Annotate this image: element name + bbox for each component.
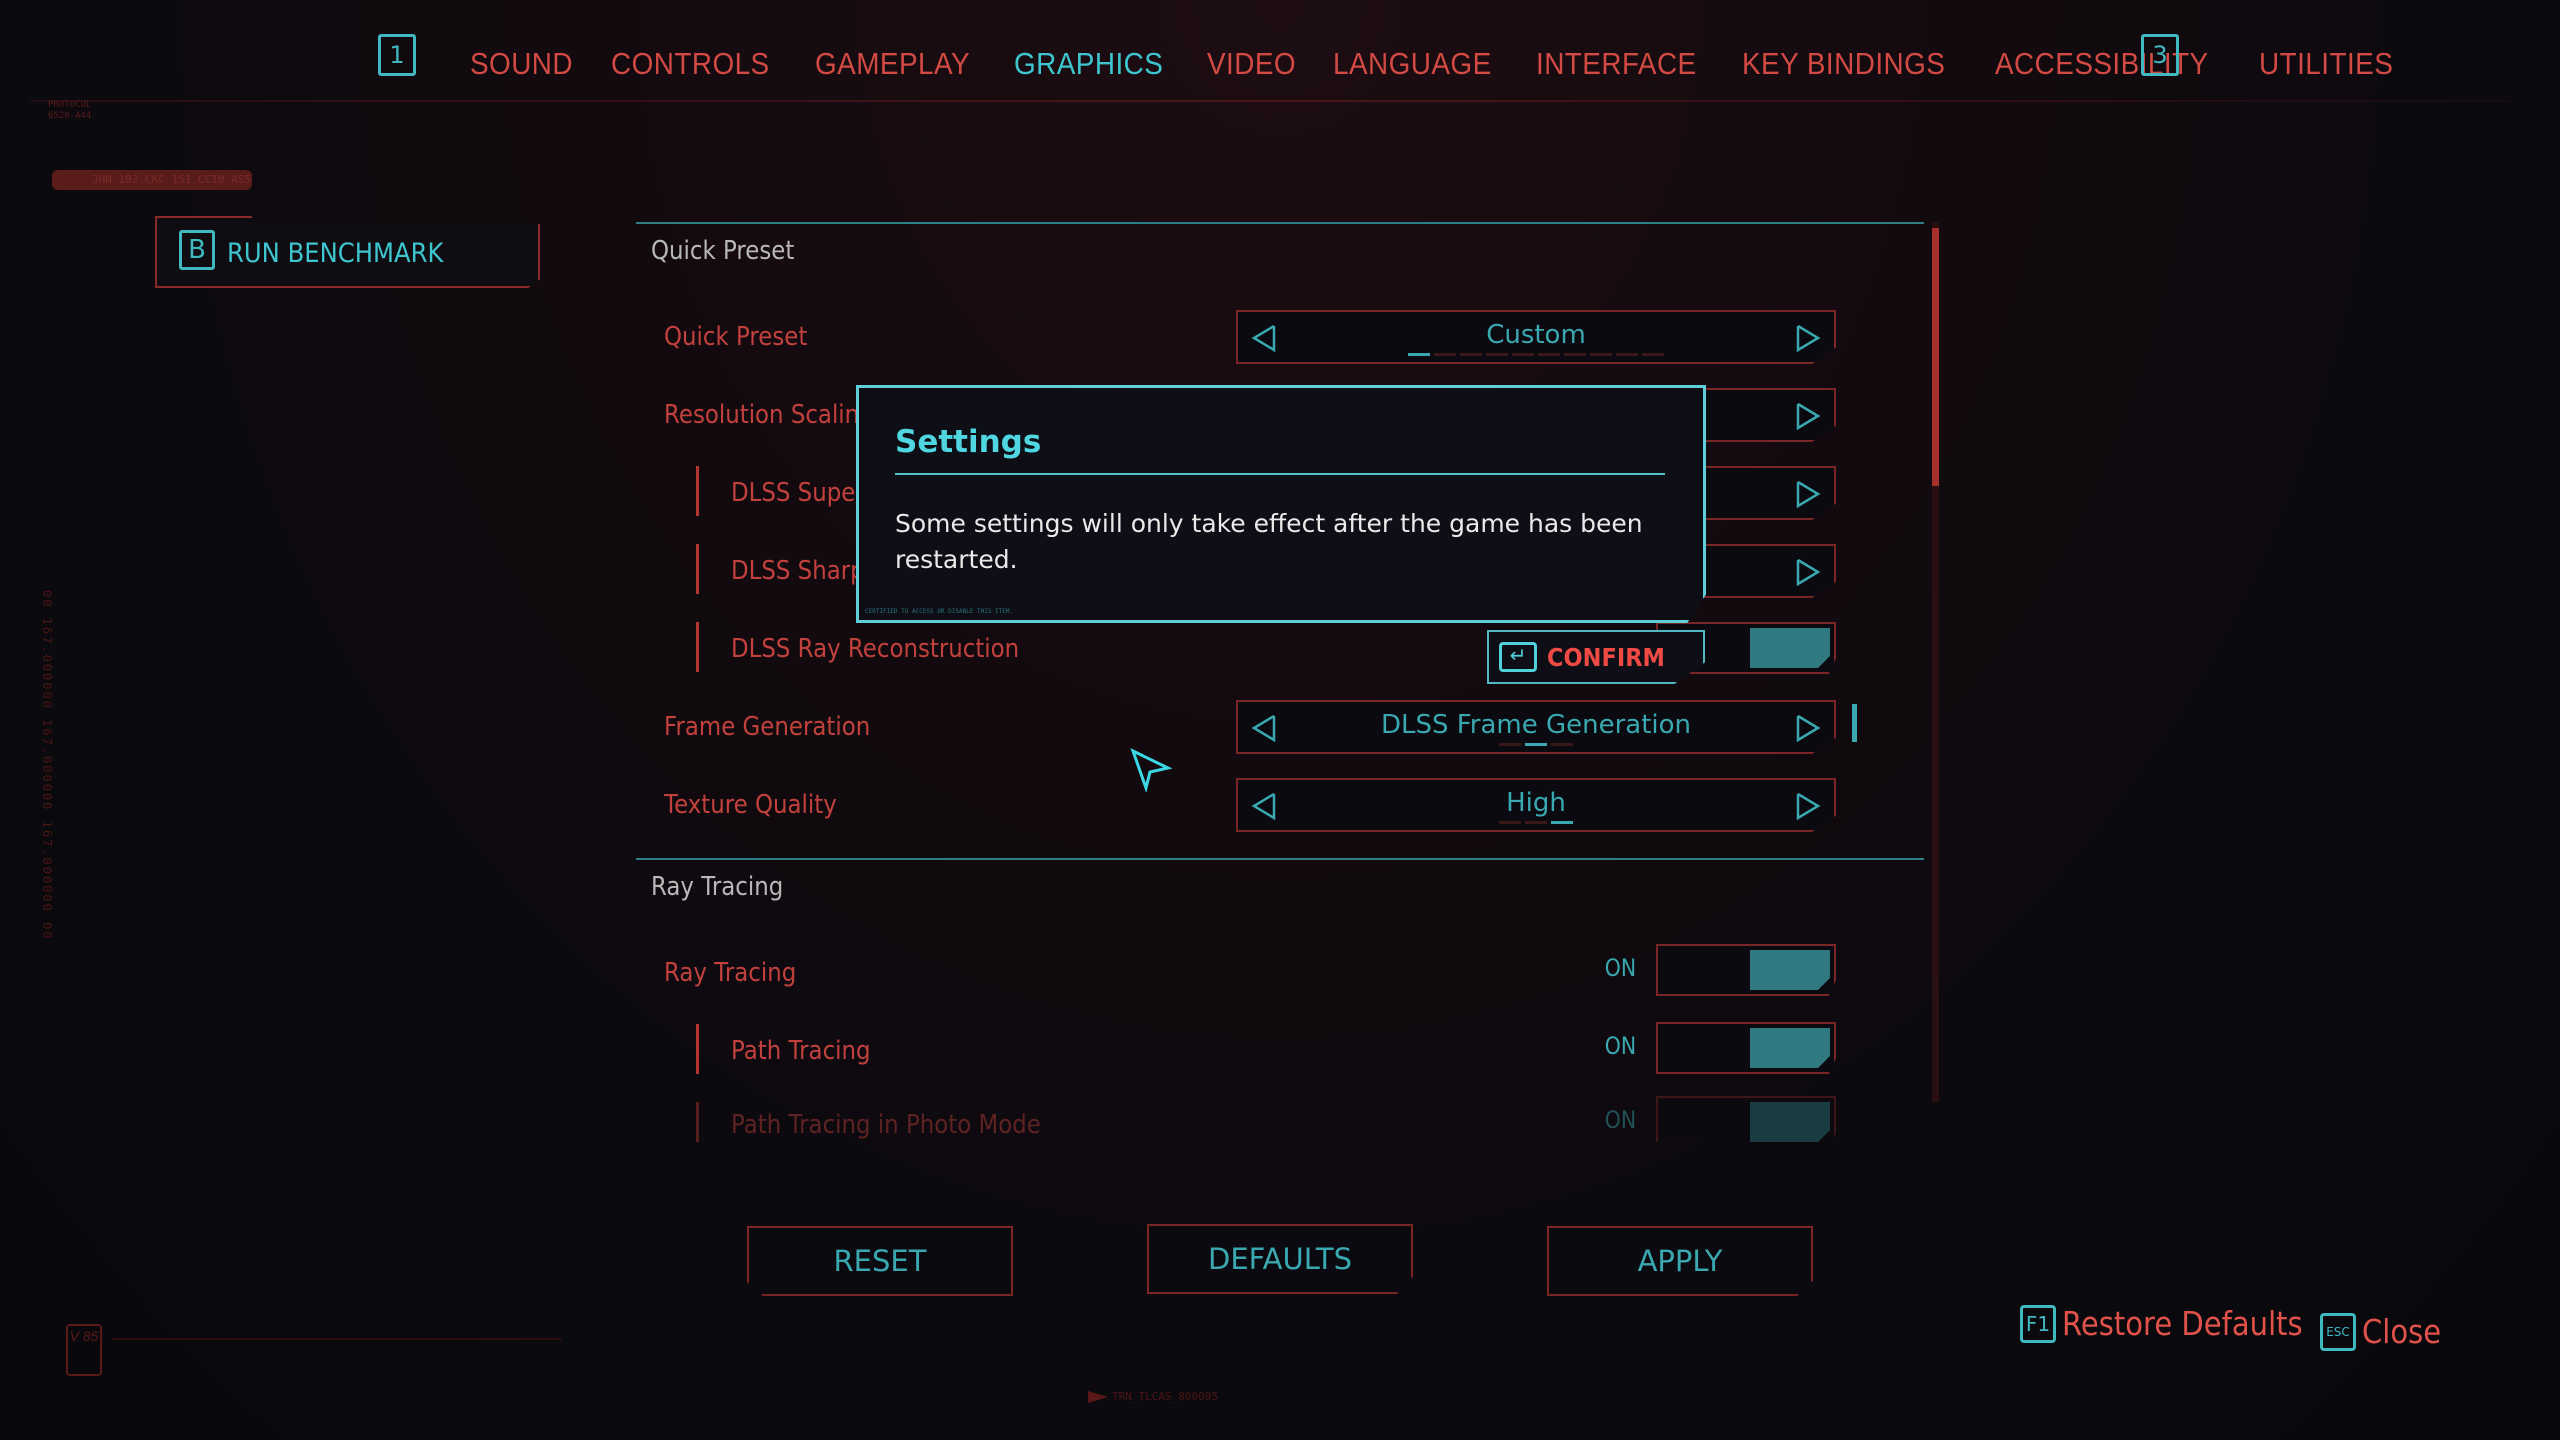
- mouse-cursor-icon: [1130, 748, 1173, 792]
- top-divider: [30, 100, 2510, 102]
- texture-quality-value: High: [1506, 788, 1566, 818]
- footer-code-text: TRN_TLCAS_800095: [1112, 1390, 1218, 1403]
- row-label-dlss-ray-reconstruction: DLSS Ray Reconstruction: [731, 634, 1020, 664]
- benchmark-key-icon: B: [179, 230, 215, 270]
- tab-video[interactable]: VIDEO: [1207, 46, 1296, 82]
- row-label-ray-tracing: Ray Tracing: [664, 958, 797, 988]
- option-indicator: [1238, 821, 1834, 824]
- arrow-right-icon[interactable]: [1794, 792, 1822, 820]
- dialog-title: Settings: [895, 424, 1042, 460]
- section-title-quick-preset: Quick Preset: [651, 236, 795, 266]
- section-divider: [636, 858, 1924, 860]
- arrow-right-icon[interactable]: [1794, 402, 1822, 430]
- row-label-path-tracing: Path Tracing: [731, 1036, 871, 1066]
- row-label-frame-generation: Frame Generation: [664, 712, 871, 742]
- quick-preset-value: Custom: [1486, 320, 1586, 350]
- quick-preset-selector[interactable]: Custom: [1236, 310, 1836, 364]
- toggle-knob: [1750, 1028, 1830, 1068]
- run-benchmark-button[interactable]: B RUN BENCHMARK: [155, 216, 540, 288]
- arrow-right-icon[interactable]: [1794, 714, 1822, 742]
- indent-bar: [696, 544, 699, 594]
- apply-button[interactable]: APPLY: [1547, 1226, 1813, 1296]
- confirm-button[interactable]: ↵ CONFIRM: [1487, 630, 1705, 684]
- toggle-knob: [1750, 628, 1830, 668]
- option-indicator: [1238, 353, 1834, 356]
- indent-bar: [696, 1024, 699, 1074]
- tab-interface[interactable]: INTERFACE: [1536, 46, 1697, 82]
- toggle-knob: [1750, 950, 1830, 990]
- next-tab-key[interactable]: 3: [2141, 34, 2179, 76]
- row-label-texture-quality: Texture Quality: [664, 790, 837, 820]
- option-indicator: [1238, 743, 1834, 746]
- dialog-message: Some settings will only take effect afte…: [895, 509, 1643, 574]
- protocol-line2: 6520-A44: [48, 111, 92, 121]
- path-tracing-state: ON: [1604, 1032, 1637, 1060]
- faded-row: Path Tracing in Photo Mode ON: [636, 1092, 1924, 1142]
- row-label-resolution-scaling: Resolution Scaling: [664, 400, 874, 430]
- protocol-decor: PROTOCOL 6520-A44: [48, 100, 91, 122]
- path-tracing-photo-mode-toggle[interactable]: [1656, 1096, 1836, 1142]
- vertical-code-decor: 00 167.000000 167.000000 167.000000 00: [40, 590, 54, 941]
- prev-tab-key[interactable]: 1: [378, 34, 416, 76]
- tab-controls[interactable]: CONTROLS: [611, 46, 770, 82]
- scrollbar-thumb[interactable]: [1932, 228, 1939, 486]
- dialog-fine-print: CERTIFIED TO ACCESS OR DISABLE THIS ITEM…: [865, 608, 1014, 615]
- arrow-right-icon[interactable]: [1794, 558, 1822, 586]
- defaults-button[interactable]: DEFAULTS: [1147, 1224, 1413, 1294]
- indent-bar: [696, 622, 699, 672]
- protocol-line1: PROTOCOL: [48, 100, 92, 110]
- ray-tracing-state: ON: [1604, 954, 1637, 982]
- tab-gameplay[interactable]: GAMEPLAY: [815, 46, 970, 82]
- toggle-knob: [1750, 1102, 1830, 1142]
- restore-defaults-hint[interactable]: F1 Restore Defaults: [2020, 1304, 2335, 1343]
- close-label: Close: [2362, 1312, 2442, 1351]
- play-triangle-icon: [1088, 1390, 1108, 1403]
- section-divider: [636, 222, 1924, 224]
- dialog-divider: [895, 473, 1665, 475]
- tab-graphics[interactable]: GRAPHICS: [1014, 46, 1163, 82]
- confirm-label: CONFIRM: [1547, 643, 1665, 672]
- indent-bar: [696, 466, 699, 516]
- ray-tracing-toggle[interactable]: [1656, 944, 1836, 996]
- tab-utilities[interactable]: UTILITIES: [2259, 46, 2393, 82]
- fine-print-decor: [112, 1338, 562, 1340]
- arrow-right-icon[interactable]: [1794, 324, 1822, 352]
- version-badge: V 85: [66, 1324, 102, 1376]
- run-benchmark-label: RUN BENCHMARK: [227, 238, 444, 269]
- indent-bar: [696, 1102, 699, 1142]
- frame-generation-selector[interactable]: DLSS Frame Generation: [1236, 700, 1836, 754]
- enter-key-icon: ↵: [1499, 642, 1537, 672]
- arrow-right-icon[interactable]: [1794, 480, 1822, 508]
- tab-language[interactable]: LANGUAGE: [1333, 46, 1492, 82]
- settings-panel: Quick Preset Quick Preset Custom Resolut…: [636, 222, 1939, 1142]
- texture-quality-selector[interactable]: High: [1236, 778, 1836, 832]
- footer-code: TRN_TLCAS_800095: [1088, 1390, 1218, 1403]
- row-label-quick-preset: Quick Preset: [664, 322, 808, 352]
- frame-generation-value: DLSS Frame Generation: [1380, 710, 1692, 740]
- reset-button[interactable]: RESET: [747, 1226, 1013, 1296]
- tab-key-bindings[interactable]: KEY BINDINGS: [1742, 46, 1945, 82]
- tab-sound[interactable]: SOUND: [470, 46, 573, 82]
- restore-defaults-label: Restore Defaults: [2062, 1304, 2303, 1343]
- row-label-path-tracing-photo-mode: Path Tracing in Photo Mode: [731, 1110, 1041, 1140]
- path-tracing-photo-mode-state: ON: [1604, 1106, 1637, 1134]
- f1-key-icon: F1: [2020, 1304, 2056, 1343]
- section-title-ray-tracing: Ray Tracing: [651, 872, 784, 902]
- path-tracing-toggle[interactable]: [1656, 1022, 1836, 1074]
- serial-tag: JHN 102 CKC 151 CC10 AS5: [52, 170, 252, 190]
- settings-dialog: Settings Some settings will only take ef…: [856, 385, 1706, 623]
- warning-icon: [1852, 704, 1857, 742]
- close-hint[interactable]: ESC Close: [2320, 1312, 2452, 1351]
- esc-key-icon: ESC: [2320, 1312, 2356, 1351]
